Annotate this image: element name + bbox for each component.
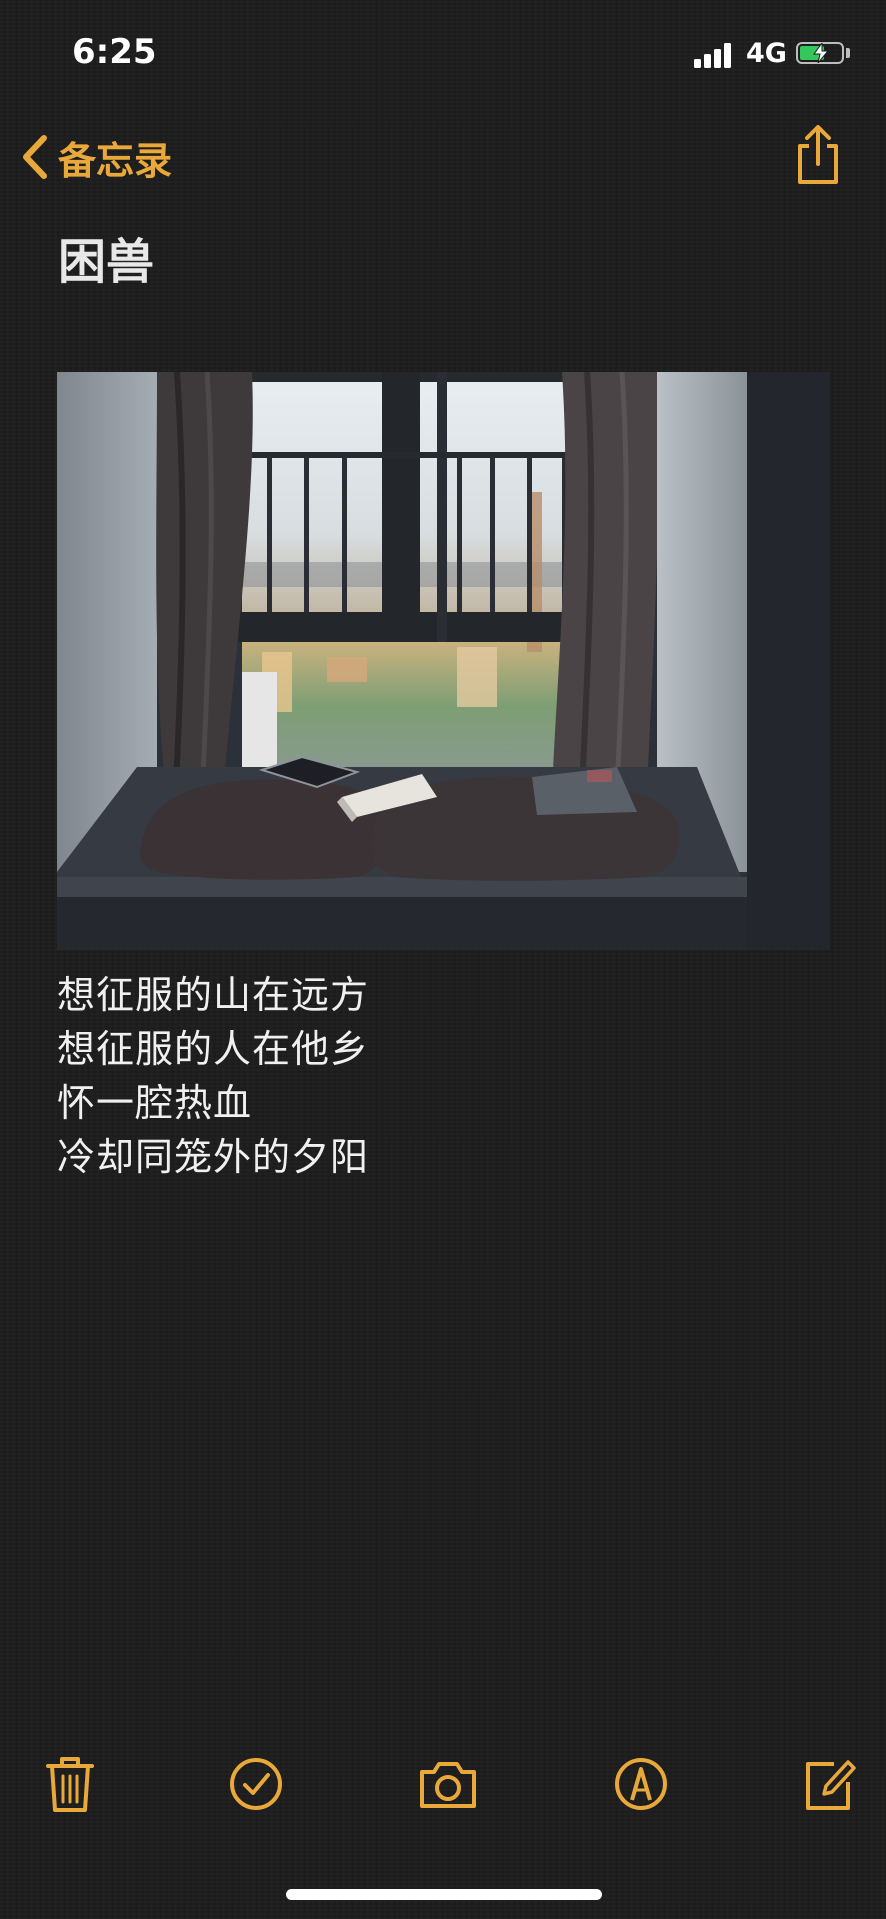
checklist-icon[interactable] bbox=[226, 1752, 286, 1816]
status-bar: 6:25 4G bbox=[0, 0, 886, 110]
back-button[interactable]: 备忘录 bbox=[18, 130, 172, 184]
note-line: 怀一腔热血 bbox=[57, 1081, 253, 1125]
bottom-toolbar bbox=[0, 1740, 886, 1836]
network-type: 4G bbox=[746, 38, 787, 69]
trash-icon[interactable] bbox=[40, 1752, 100, 1816]
note-line: 想征服的人在他乡 bbox=[57, 1027, 370, 1071]
note-line: 冷却同笼外的夕阳 bbox=[57, 1135, 370, 1179]
note-line: 想征服的山在远方 bbox=[57, 973, 370, 1017]
status-time: 6:25 bbox=[72, 32, 157, 72]
note-photo[interactable] bbox=[57, 372, 830, 950]
charging-bolt-icon bbox=[813, 43, 830, 63]
note-title: 困兽 bbox=[58, 234, 155, 290]
note-body[interactable]: 想征服的山在远方 想征服的人在他乡 怀一腔热血 冷却同笼外的夕阳 bbox=[57, 968, 369, 1184]
camera-icon[interactable] bbox=[416, 1752, 480, 1816]
back-label: 备忘录 bbox=[58, 138, 173, 183]
share-icon[interactable] bbox=[792, 124, 844, 188]
cellular-signal-icon bbox=[694, 42, 736, 68]
chevron-left-icon bbox=[23, 135, 47, 179]
home-indicator[interactable] bbox=[286, 1889, 602, 1900]
compose-icon[interactable] bbox=[800, 1752, 860, 1816]
battery-cap bbox=[846, 48, 850, 58]
markup-pen-icon[interactable] bbox=[611, 1752, 671, 1816]
